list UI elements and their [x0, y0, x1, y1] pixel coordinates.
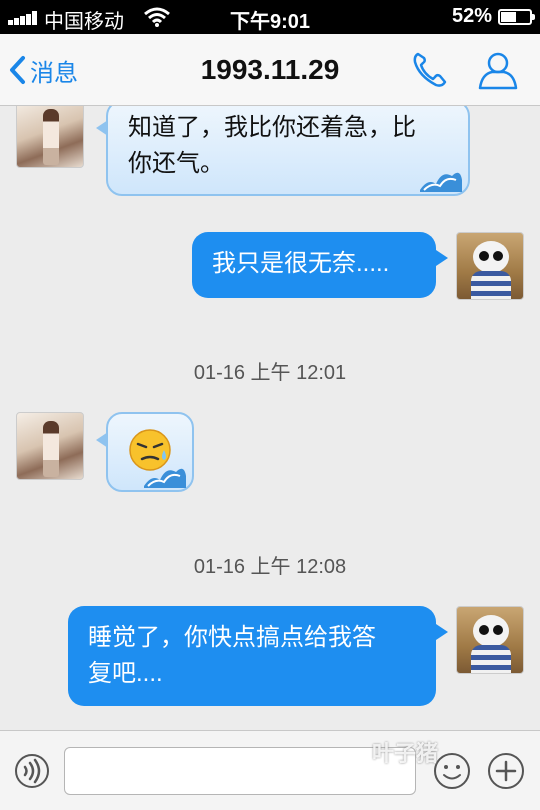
chat-area[interactable]: 知道了，我比你还着急，比 你还气。 我只是很无奈..... 01-16 上午 1… — [0, 106, 540, 730]
my-avatar[interactable] — [456, 232, 524, 300]
my-avatar[interactable] — [456, 606, 524, 674]
incoming-emoji-bubble[interactable] — [96, 412, 194, 492]
outgoing-message-bubble[interactable]: 睡觉了，你快点搞点给我答 复吧.... — [68, 606, 448, 706]
plus-icon[interactable] — [486, 751, 526, 791]
incoming-message-bubble[interactable]: 知道了，我比你还着急，比 你还气。 — [96, 106, 470, 196]
wave-decoration-icon — [144, 468, 186, 488]
message-input[interactable] — [64, 747, 416, 795]
watermark: 叶子猪 — [372, 741, 439, 766]
battery-percent: 52% — [451, 5, 492, 27]
message-text: 你还气。 — [128, 150, 224, 177]
voice-icon[interactable] — [14, 753, 50, 789]
message-text: 复吧.... — [88, 660, 163, 687]
message-text: 知道了，我比你还着急，比 — [128, 114, 416, 141]
message-timestamp: 01-16 上午 12:01 — [193, 362, 347, 384]
contact-avatar[interactable] — [16, 412, 84, 480]
battery-icon — [498, 9, 535, 25]
message-timestamp: 01-16 上午 12:08 — [193, 556, 347, 578]
nav-bar: 消息 1993.11.29 — [0, 34, 540, 106]
outgoing-message-bubble[interactable]: 我只是很无奈..... — [192, 232, 448, 298]
message-text: 我只是很无奈..... — [212, 250, 390, 277]
conversation-title: 1993.11.29 — [200, 54, 340, 85]
contact-avatar[interactable] — [16, 106, 84, 168]
input-bar — [0, 730, 540, 810]
message-text: 睡觉了，你快点搞点给我答 — [88, 624, 376, 651]
wave-decoration-icon — [420, 172, 462, 192]
profile-icon[interactable] — [476, 50, 520, 90]
status-bar: 中国移动 下午9:01 52% — [0, 0, 540, 34]
phone-icon[interactable] — [410, 50, 450, 90]
